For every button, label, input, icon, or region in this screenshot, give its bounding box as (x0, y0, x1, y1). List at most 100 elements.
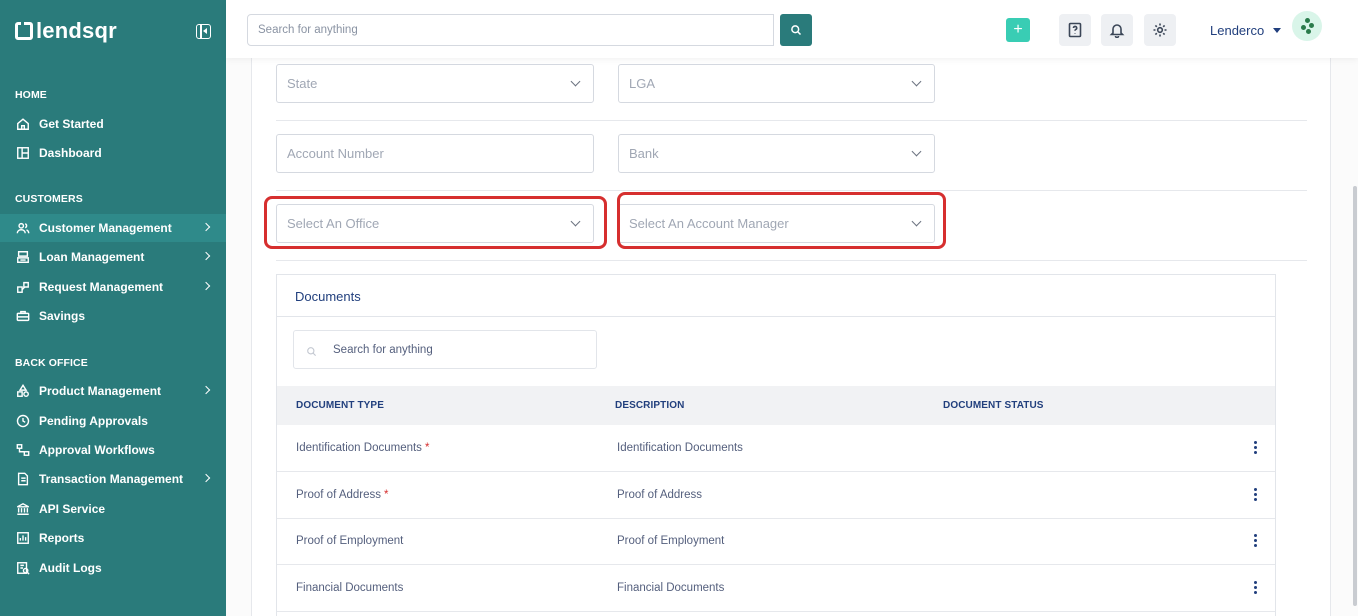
users-icon (16, 221, 30, 235)
sidebar-item-label: Product Management (39, 384, 162, 398)
state-select-placeholder: State (287, 76, 318, 91)
documents-panel: Documents Search for anything DOCUMENT T… (276, 274, 1276, 616)
sidebar-item-reports[interactable]: Reports (0, 524, 226, 552)
search-icon (307, 347, 317, 357)
workflow-icon (16, 443, 30, 457)
more-options-icon[interactable] (1254, 581, 1257, 595)
lga-select[interactable]: LGA (618, 64, 935, 103)
highlight-office (264, 196, 607, 249)
sidebar-item-pending-approvals[interactable]: Pending Approvals (0, 407, 226, 435)
chevron-right-icon (201, 385, 211, 395)
sidebar-item-customer-management[interactable]: Customer Management (0, 214, 226, 242)
column-header-description: DESCRIPTION (615, 400, 685, 411)
sidebar-item-loan-management[interactable]: Loan Management (0, 243, 226, 271)
transaction-icon (16, 472, 30, 486)
brand-name: lendsqr (36, 18, 117, 43)
page-scrollbar[interactable] (1353, 186, 1357, 606)
required-marker: * (424, 442, 430, 454)
section-title-back-office: BACK OFFICE (15, 357, 88, 369)
sidebar-item-label: Dashboard (39, 146, 102, 160)
document-type-cell: Financial Documents (296, 582, 404, 594)
user-menu[interactable]: Lenderco (1210, 23, 1264, 38)
more-options-icon[interactable] (1254, 441, 1257, 455)
help-button[interactable] (1059, 14, 1091, 46)
add-button[interactable]: + (1006, 18, 1030, 42)
table-row[interactable]: Proof of Employment Proof of Employment (277, 518, 1275, 565)
section-title-home: HOME (15, 89, 47, 101)
brand-logo[interactable]: lendsqr (15, 18, 117, 44)
account-number-field[interactable]: Account Number (276, 134, 594, 173)
sidebar-item-transaction-management[interactable]: Transaction Management (0, 465, 226, 493)
dashboard-icon (16, 146, 30, 160)
caret-down-icon[interactable] (1273, 28, 1281, 33)
description-cell: Identification Documents (617, 442, 743, 454)
chevron-right-icon (201, 251, 211, 261)
sidebar-item-get-started[interactable]: Get Started (0, 110, 226, 138)
notifications-button[interactable] (1101, 14, 1133, 46)
help-book-icon (1068, 22, 1082, 38)
description-cell: Proof of Employment (617, 535, 725, 547)
request-icon (16, 280, 30, 294)
more-options-icon[interactable] (1254, 488, 1257, 502)
chevron-down-icon (911, 146, 922, 157)
sidebar-item-approval-workflows[interactable]: Approval Workflows (0, 436, 226, 464)
state-select[interactable]: State (276, 64, 594, 103)
sidebar-item-product-management[interactable]: Product Management (0, 377, 226, 405)
document-type-label: Proof of Address (296, 489, 382, 501)
document-type-cell: Proof of Employment (296, 535, 404, 547)
chevron-right-icon (201, 222, 211, 232)
avatar[interactable] (1292, 11, 1322, 41)
documents-search-placeholder: Search for anything (333, 344, 433, 356)
bank-icon (16, 502, 30, 516)
chevron-right-icon (201, 473, 211, 483)
column-header-document-status: DOCUMENT STATUS (943, 400, 1044, 411)
sidebar-item-label: Loan Management (39, 250, 145, 264)
lga-select-placeholder: LGA (629, 76, 656, 91)
sidebar-item-dashboard[interactable]: Dashboard (0, 139, 226, 167)
sidebar-item-api-service[interactable]: API Service (0, 495, 226, 523)
report-icon (16, 531, 30, 545)
sidebar: lendsqr HOME Get Started Dashboard CUSTO… (0, 0, 226, 616)
column-header-document-type: DOCUMENT TYPE (296, 400, 384, 411)
table-row[interactable]: Identification Documents * Identification… (277, 425, 1275, 472)
bank-select-placeholder: Bank (629, 146, 659, 161)
required-marker: * (384, 489, 389, 501)
description-cell: Proof of Address (617, 489, 703, 501)
logo-mark-icon (15, 21, 33, 40)
sidebar-collapse-icon[interactable] (196, 24, 211, 39)
search-icon (791, 25, 802, 36)
divider (276, 260, 1307, 261)
sidebar-item-label: Approval Workflows (39, 443, 155, 457)
chevron-down-icon (570, 76, 581, 87)
account-number-placeholder: Account Number (287, 146, 384, 161)
loan-icon (16, 250, 30, 264)
highlight-account-manager (617, 192, 946, 249)
sidebar-item-savings[interactable]: Savings (0, 302, 226, 330)
audit-icon (16, 561, 30, 575)
table-header: DOCUMENT TYPE DESCRIPTION DOCUMENT STATU… (277, 386, 1275, 425)
search-button[interactable] (780, 14, 812, 46)
bank-select[interactable]: Bank (618, 134, 935, 173)
clock-icon (16, 414, 30, 428)
top-bar: Search for anything + Lenderco (226, 0, 1358, 58)
global-search-input[interactable]: Search for anything (247, 14, 774, 46)
divider (276, 120, 1307, 121)
document-type-cell: Identification Documents * (296, 442, 429, 454)
sidebar-item-audit-logs[interactable]: Audit Logs (0, 554, 226, 582)
sidebar-item-label: Pending Approvals (39, 414, 148, 428)
settings-button[interactable] (1144, 14, 1176, 46)
sidebar-item-label: Audit Logs (39, 561, 102, 575)
section-title-customers: CUSTOMERS (15, 193, 83, 205)
chevron-right-icon (201, 281, 211, 291)
table-row[interactable]: Proof of Address * Proof of Address (277, 472, 1275, 519)
sidebar-item-label: Transaction Management (39, 472, 184, 486)
document-type-label: Identification Documents (296, 442, 422, 454)
main-content: State LGA Account Number Bank Select An … (226, 48, 1358, 616)
home-icon (16, 117, 30, 131)
more-options-icon[interactable] (1254, 534, 1257, 548)
table-row[interactable]: Financial Documents Financial Documents (277, 565, 1275, 612)
documents-search-input[interactable]: Search for anything (293, 330, 597, 369)
sidebar-item-label: API Service (39, 502, 106, 516)
divider (277, 316, 1275, 317)
sidebar-item-request-management[interactable]: Request Management (0, 273, 226, 301)
